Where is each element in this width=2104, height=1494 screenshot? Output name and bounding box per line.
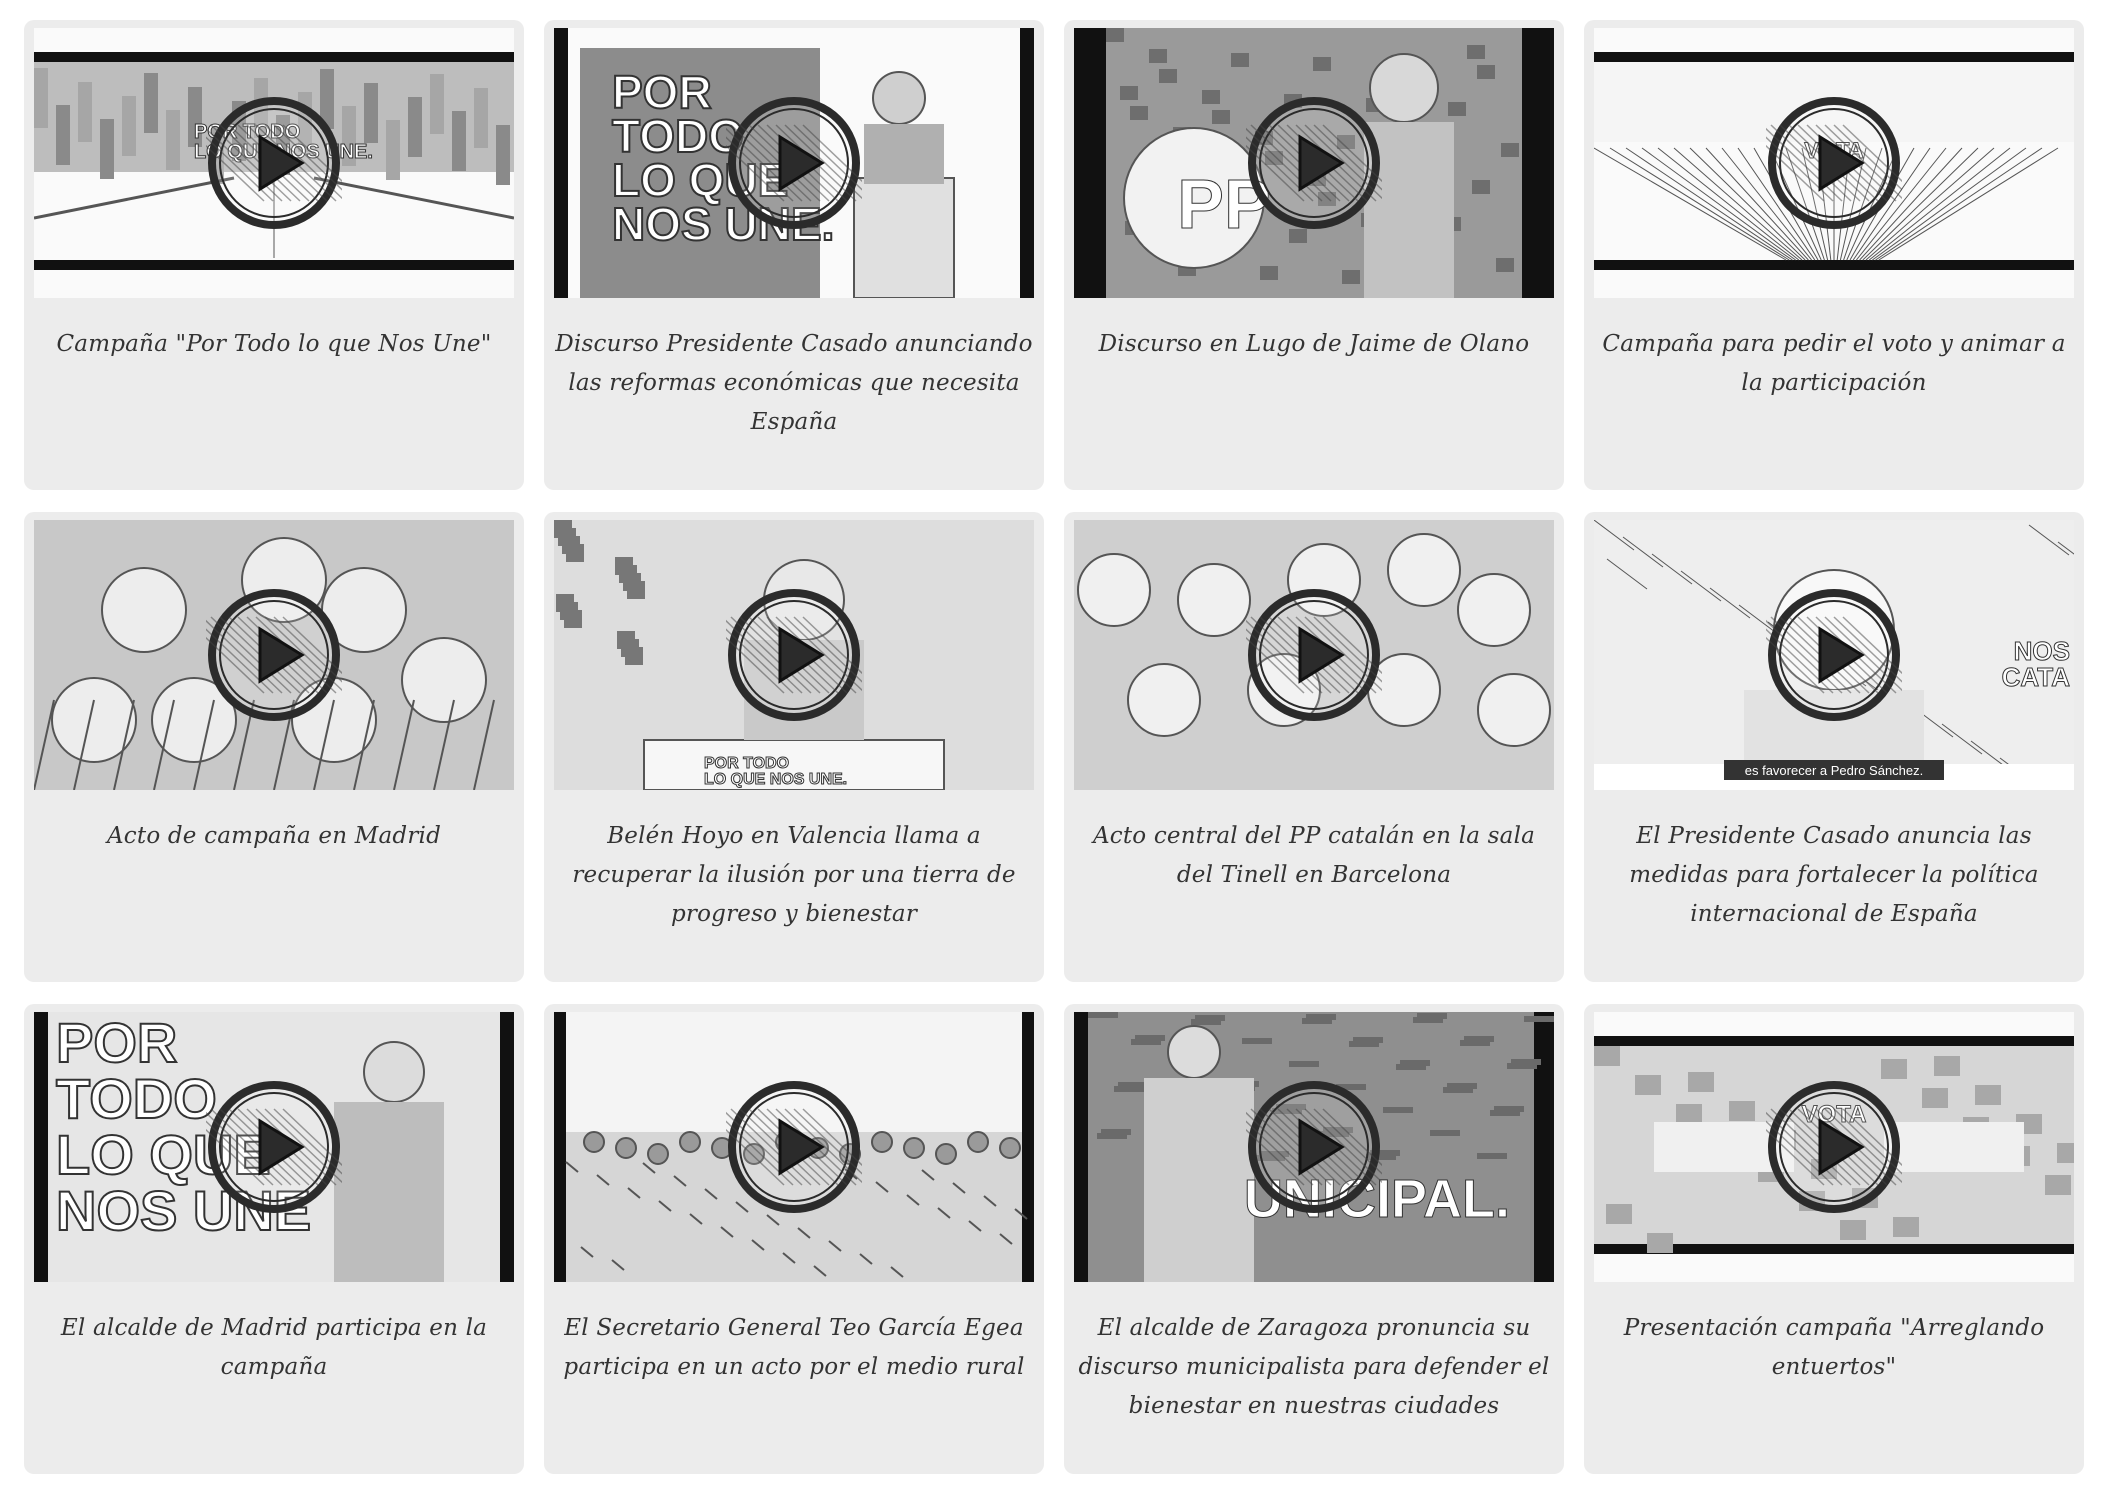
video-thumbnail[interactable] [1074,520,1554,790]
video-caption[interactable]: Discurso Presidente Casado anunciando la… [554,325,1034,442]
play-icon[interactable] [726,1079,862,1215]
video-card[interactable]: POR TODO LO QUE NOS UNE. Discurso Presidente… [544,20,1044,490]
play-icon[interactable] [1246,1079,1382,1215]
video-card[interactable]: El Secretario General Teo García Egea pa… [544,1004,1044,1474]
thumbnail-overlay-text: CATA [2002,662,2071,692]
play-icon[interactable] [1246,95,1382,231]
video-card[interactable]: Acto central del PP catalán en la sala d… [1064,512,1564,982]
video-thumbnail[interactable]: POR TODO LO QUE NOS UNE [34,1012,514,1282]
video-thumbnail[interactable]: POR TODOLO QUE NOS UNE. [34,28,514,298]
thumbnail-overlay-text: TODO [56,1067,217,1130]
video-subtitle: es favorecer a Pedro Sánchez. [1745,763,1924,778]
video-card[interactable]: Acto de campaña en Madrid [24,512,524,982]
video-caption[interactable]: El Secretario General Teo García Egea pa… [554,1309,1034,1387]
video-caption[interactable]: El Presidente Casado anuncia las medidas… [1594,817,2074,934]
play-icon[interactable] [726,587,862,723]
thumbnail-overlay-text: POR [56,1012,177,1074]
video-caption[interactable]: Acto de campaña en Madrid [34,817,514,856]
play-icon[interactable] [1246,587,1382,723]
thumbnail-overlay-text: POR TODO [704,755,789,772]
video-card[interactable]: NOS CATA es favorecer a Pedro Sánchez. El P… [1584,512,2084,982]
video-thumbnail[interactable]: POR TODOLO QUE NOS UNE. [554,520,1034,790]
play-icon[interactable] [1766,1079,1902,1215]
video-caption[interactable]: Belén Hoyo en Valencia llama a recuperar… [554,817,1034,934]
video-thumbnail[interactable] [554,1012,1034,1282]
play-icon[interactable] [206,95,342,231]
video-card[interactable]: PP Discurso en Lugo de Jaime de Olano [1064,20,1564,490]
video-card[interactable]: POR TODO LO QUE NOS UNE El alcalde de Madrid… [24,1004,524,1474]
play-icon[interactable] [206,1079,342,1215]
play-icon[interactable] [1766,95,1902,231]
video-caption[interactable]: Campaña "Por Todo lo que Nos Une" [34,325,514,364]
video-card[interactable]: VOTA Presentación campaña "Arreglando ent… [1584,1004,2084,1474]
video-grid: POR TODOLO QUE NOS UNE.Campaña "Por Todo… [24,20,2084,1474]
video-card[interactable]: UNICIPAL. El alcalde de Zaragoza pronunci… [1064,1004,1564,1474]
video-caption[interactable]: Campaña para pedir el voto y animar a la… [1594,325,2074,403]
video-card[interactable]: POR TODOLO QUE NOS UNE. Campaña "Por Todo… [24,20,524,490]
video-thumbnail[interactable] [34,520,514,790]
thumbnail-overlay-text: LO QUE NOS UNE. [704,771,847,788]
video-thumbnail[interactable]: UNICIPAL. [1074,1012,1554,1282]
video-thumbnail[interactable]: PP [1074,28,1554,298]
video-caption[interactable]: Presentación campaña "Arreglando entuert… [1594,1309,2074,1387]
video-thumbnail[interactable]: VOTA [1594,1012,2074,1282]
video-caption[interactable]: El alcalde de Zaragoza pronuncia su disc… [1074,1309,1554,1426]
video-thumbnail[interactable]: POR TODO LO QUE NOS UNE. [554,28,1034,298]
play-icon[interactable] [206,587,342,723]
video-card[interactable]: VOTA Campaña para pedir el voto y animar … [1584,20,2084,490]
video-caption[interactable]: Acto central del PP catalán en la sala d… [1074,817,1554,895]
video-card[interactable]: POR TODO LO QUE NOS UNE. Belén Hoyo en Val… [544,512,1044,982]
play-icon[interactable] [1766,587,1902,723]
video-caption[interactable]: El alcalde de Madrid participa en la cam… [34,1309,514,1387]
video-thumbnail[interactable]: NOS CATA es favorecer a Pedro Sánchez. [1594,520,2074,790]
video-thumbnail[interactable]: VOTA [1594,28,2074,298]
video-caption[interactable]: Discurso en Lugo de Jaime de Olano [1074,325,1554,364]
play-icon[interactable] [726,95,862,231]
